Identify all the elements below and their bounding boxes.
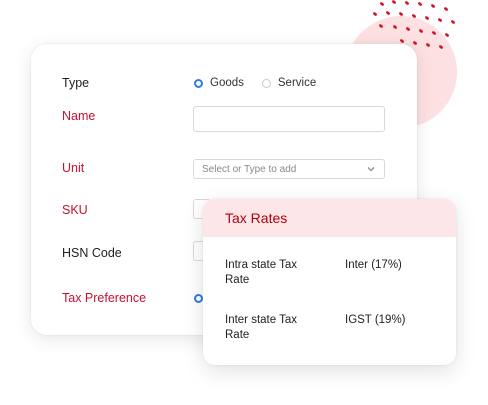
type-option-goods-label: Goods [210,77,244,89]
tax-preference-radio-selected[interactable] [194,294,203,303]
type-radio-group: Goods Service [194,77,334,89]
type-option-goods[interactable]: Goods [194,77,244,89]
tax-rate-name: Intra state Tax Rate [225,259,298,286]
unit-select-placeholder: Select or Type to add [202,164,297,175]
name-input[interactable] [193,106,385,132]
radio-unselected-icon [261,78,271,88]
tax-rates-card: Tax Rates Intra state Tax Rate Inter (17… [203,199,456,365]
unit-label: Unit [62,161,85,175]
sku-label: SKU [62,203,88,217]
tax-rate-value: IGST (19%) [345,314,406,326]
tax-rate-name: Inter state Tax Rate [225,314,298,341]
tax-rate-row: Inter state Tax Rate IGST (19%) [225,313,406,343]
type-option-service[interactable]: Service [261,77,317,89]
chevron-down-icon [367,167,375,172]
radio-selected-icon [194,78,203,88]
tax-rate-value: Inter (17%) [345,259,402,271]
unit-select[interactable]: Select or Type to add [193,159,385,179]
hsn-code-label: HSN Code [62,246,122,260]
name-label: Name [62,109,96,123]
tax-rates-title: Tax Rates [225,210,288,226]
tax-preference-label: Tax Preference [62,291,147,305]
tax-rate-row: Intra state Tax Rate Inter (17%) [225,258,402,288]
type-label: Type [62,76,90,90]
type-option-service-label: Service [277,77,317,89]
tax-rates-header: Tax Rates [203,199,456,237]
